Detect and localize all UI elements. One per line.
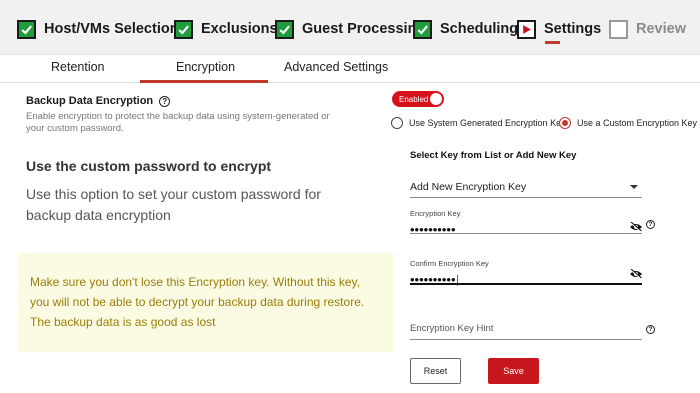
caret-down-icon [630,185,638,189]
field-label: Confirm Encryption Key [410,259,489,268]
encryption-description: Enable encryption to protect the backup … [26,111,330,134]
eye-slash-icon[interactable] [629,222,643,232]
field-label: Encryption Key [410,209,461,218]
warning-box: Make sure you don't lose this Encryption… [18,253,394,352]
step-settings[interactable]: Settings [517,17,601,41]
step-label: Guest Processing [302,21,426,37]
active-step-indicator [545,41,560,44]
empty-checkbox-icon [609,19,628,39]
check-icon [17,19,36,39]
check-icon [174,19,193,39]
warning-line: you will not be able to decrypt your bac… [30,295,365,309]
radio-system-generated-key[interactable]: Use System Generated Encryption Key [391,117,566,129]
info-panel: Use the custom password to encrypt Use t… [0,146,400,393]
encryption-toggle[interactable]: Enabled [392,91,444,107]
toggle-knob [430,93,442,105]
eye-slash-icon[interactable] [629,269,643,279]
save-button[interactable]: Save [488,358,539,384]
check-icon [275,19,294,39]
radio-label: Use System Generated Encryption Key [409,118,566,128]
radio-button[interactable] [391,117,403,129]
warning-text: Make sure you don't lose this Encryption… [30,272,390,332]
settings-tabs: Retention Encryption Advanced Settings [0,55,700,83]
select-key-label: Select Key from List or Add New Key [410,150,577,161]
check-icon [413,19,432,39]
step-label: Host/VMs Selection [44,21,179,37]
toggle-label: Enabled [399,94,429,104]
radio-custom-key[interactable]: Use a Custom Encryption Key [559,117,697,129]
tab-advanced-settings[interactable]: Advanced Settings [284,60,388,74]
step-exclusions[interactable]: Exclusions [174,17,278,41]
info-subtext: Use this option to set your custom passw… [26,186,321,223]
help-icon[interactable]: ? [646,325,655,334]
warning-line: The backup data is as good as lost [30,315,216,329]
step-review[interactable]: Review [609,17,686,41]
info-heading: Use the custom password to encrypt [26,158,272,174]
field-underline [410,233,642,234]
radio-label: Use a Custom Encryption Key [577,118,698,128]
step-guest-processing[interactable]: Guest Processing [275,17,425,41]
tab-encryption[interactable]: Encryption [176,60,235,74]
wizard-steps-bar: Host/VMs Selection Exclusions Guest Proc… [0,0,700,55]
help-icon[interactable]: ? [646,220,655,229]
radio-button-selected[interactable] [559,117,571,129]
step-label: Exclusions [201,21,278,37]
step-label: Review [636,21,686,37]
select-value: Add New Encryption Key [410,181,527,193]
play-icon [517,19,536,39]
step-label: Scheduling [440,21,519,37]
encryption-key-select[interactable]: Add New Encryption Key [410,178,642,198]
encryption-section-title: Backup Data Encryption ? [26,95,171,107]
encryption-key-hint-input[interactable]: Encryption Key Hint [410,320,642,340]
reset-button[interactable]: Reset [410,358,461,384]
encryption-title-text: Backup Data Encryption [26,95,154,107]
step-scheduling[interactable]: Scheduling [413,17,518,41]
field-underline [410,283,642,285]
warning-line: Make sure you don't lose this Encryption… [30,275,360,289]
tab-retention[interactable]: Retention [51,60,105,74]
active-tab-indicator [140,80,268,83]
step-label: Settings [544,21,602,37]
step-host-vms-selection[interactable]: Host/VMs Selection [17,17,179,41]
hint-placeholder: Encryption Key Hint [410,323,494,334]
help-icon[interactable]: ? [159,95,171,107]
password-value[interactable]: •••••••••• [410,222,456,237]
